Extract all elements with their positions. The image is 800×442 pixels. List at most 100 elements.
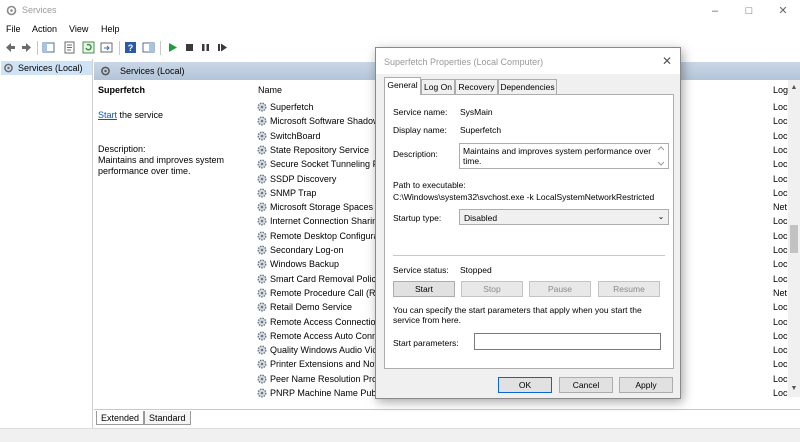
apply-button[interactable]: Apply	[619, 377, 673, 393]
ok-button[interactable]: OK	[498, 377, 552, 393]
divider	[393, 255, 665, 256]
gear-icon	[257, 245, 267, 255]
svg-text:?: ?	[128, 43, 134, 53]
description-box[interactable]: Maintains and improves system performanc…	[459, 143, 669, 169]
log-on-as-cell: Loc	[773, 159, 788, 170]
log-on-as-cell: Loc	[773, 216, 788, 227]
export-icon[interactable]	[100, 41, 113, 54]
service-status-value: Stopped	[460, 265, 492, 275]
pause-icon[interactable]	[199, 41, 212, 54]
service-name-cell: SwitchBoard	[270, 130, 321, 141]
dialog-title-bar: Superfetch Properties (Local Computer) ✕	[376, 48, 680, 74]
chevron-down-icon: ⌄	[657, 212, 665, 221]
gear-icon	[257, 116, 267, 126]
tree-item-label: Services (Local)	[18, 63, 83, 73]
properties-icon[interactable]	[63, 41, 76, 54]
service-name-cell: Remote Access Auto Conn	[270, 330, 378, 341]
refresh-icon[interactable]	[82, 41, 95, 54]
tab-recovery[interactable]: Recovery	[455, 79, 498, 94]
menu-help[interactable]: Help	[101, 24, 120, 34]
close-icon[interactable]: ✕	[768, 3, 798, 19]
pause-button[interactable]: Pause	[529, 281, 591, 297]
log-on-as-cell: Loc	[773, 230, 788, 241]
tree-item-services-local[interactable]: Services (Local)	[1, 61, 92, 75]
log-on-as-cell: Loc	[773, 144, 788, 155]
gear-icon	[257, 331, 267, 341]
gear-icon	[257, 202, 267, 212]
service-name-cell: Smart Card Removal Policy	[270, 273, 381, 284]
gear-icon	[4, 63, 13, 73]
log-on-as-cell: Loc	[773, 273, 788, 284]
play-icon[interactable]	[166, 41, 179, 54]
tab-standard[interactable]: Standard	[144, 411, 191, 425]
scroll-down-icon[interactable]: ▼	[788, 383, 800, 395]
gear-icon	[257, 345, 267, 355]
status-bar	[0, 428, 800, 442]
title-bar: Services – □ ✕	[0, 0, 800, 22]
gear-icon	[257, 374, 267, 384]
resume-button[interactable]: Resume	[598, 281, 660, 297]
scroll-up-icon[interactable]: ▲	[788, 82, 800, 94]
tab-general[interactable]: General	[384, 77, 421, 95]
service-name-cell: Quality Windows Audio Vic	[270, 345, 377, 356]
start-button[interactable]: Start	[393, 281, 455, 297]
close-icon[interactable]: ✕	[658, 53, 676, 69]
path-value: C:\Windows\system32\svchost.exe -k Local…	[393, 192, 655, 202]
log-on-as-cell: Loc	[773, 259, 788, 270]
restart-icon[interactable]	[216, 41, 229, 54]
gear-icon	[257, 188, 267, 198]
start-parameters-input[interactable]	[474, 333, 661, 350]
service-name-cell: Remote Access Connection	[270, 316, 381, 327]
tab-dependencies[interactable]: Dependencies	[498, 79, 557, 94]
log-on-as-cell: Loc	[773, 316, 788, 327]
service-name-cell: Printer Extensions and Noti	[270, 359, 380, 370]
window-title: Services	[22, 5, 57, 15]
gear-icon	[257, 145, 267, 155]
scrollbar-thumb[interactable]	[790, 225, 798, 253]
menu-action[interactable]: Action	[32, 24, 57, 34]
start-params-hint: You can specify the start parameters tha…	[393, 305, 642, 325]
description-label: Description:	[98, 144, 146, 154]
general-tab-page: Service name: SysMain Display name: Supe…	[384, 94, 674, 369]
column-header-name[interactable]: Name	[258, 85, 282, 95]
start-line: Start the service	[98, 110, 163, 120]
description-scrollbar[interactable]	[654, 144, 668, 168]
service-name-cell: Remote Procedure Call (RP	[270, 287, 382, 298]
start-suffix: the service	[117, 110, 164, 120]
gear-icon	[257, 216, 267, 226]
log-on-as-cell: Loc	[773, 102, 788, 112]
view-tabs: Extended Standard	[94, 409, 800, 426]
log-on-as-cell: Loc	[773, 245, 788, 255]
gear-icon	[257, 359, 267, 369]
vertical-scrollbar[interactable]: ▲ ▼	[788, 80, 800, 397]
minimize-icon[interactable]: –	[700, 3, 730, 19]
start-service-link[interactable]: Start	[98, 110, 117, 120]
column-header-log-on-as[interactable]: Log	[773, 85, 788, 95]
forward-arrow-icon[interactable]	[20, 41, 33, 54]
tab-extended[interactable]: Extended	[96, 411, 145, 425]
back-arrow-icon[interactable]	[4, 41, 17, 54]
description-text: Maintains and improves system performanc…	[98, 155, 225, 176]
startup-type-value: Disabled	[464, 213, 498, 223]
service-name-cell: Secondary Log-on	[270, 245, 344, 255]
service-name-cell: Windows Backup	[270, 259, 340, 270]
gear-icon	[257, 388, 267, 398]
help-icon[interactable]: ?	[124, 41, 137, 54]
log-on-as-cell: Net	[773, 287, 788, 298]
menu-view[interactable]: View	[69, 24, 88, 34]
services-icon	[6, 5, 17, 16]
startup-type-select[interactable]: Disabled ⌄	[459, 209, 669, 225]
stop-button[interactable]: Stop	[461, 281, 523, 297]
tab-log-on[interactable]: Log On	[421, 79, 455, 94]
gear-icon	[257, 102, 267, 112]
service-name-cell: Retail Demo Service	[270, 302, 353, 313]
gear-icon	[257, 274, 267, 284]
cancel-button[interactable]: Cancel	[559, 377, 613, 393]
log-on-as-cell: Loc	[773, 330, 788, 341]
menu-file[interactable]: File	[6, 24, 21, 34]
show-hide-icon[interactable]	[142, 41, 155, 54]
maximize-icon[interactable]: □	[734, 3, 764, 19]
stop-icon[interactable]	[183, 41, 196, 54]
console-tree-icon[interactable]	[42, 41, 55, 54]
service-name-cell: SNMP Trap	[270, 187, 317, 198]
